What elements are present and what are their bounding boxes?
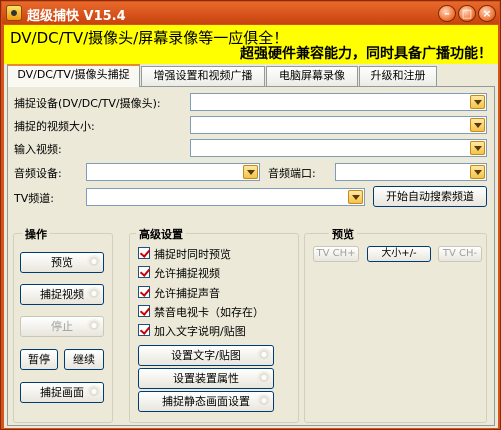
set-text-overlay-button[interactable]: 设置文字/贴图 <box>138 345 274 366</box>
resume-button[interactable]: 继续 <box>64 349 104 370</box>
chevron-down-icon[interactable] <box>470 118 485 132</box>
video-input-label: 输入视频: <box>14 143 62 156</box>
audio-port-select[interactable] <box>335 163 487 181</box>
checkbox-label: 加入文字说明/贴图 <box>154 325 246 338</box>
video-input-select[interactable] <box>190 139 487 157</box>
camera-app-icon <box>6 5 22 21</box>
maximize-icon[interactable]: □ <box>458 5 476 22</box>
promo-banner: DV/DC/TV/摄像头/屏幕录像等一应俱全！ 超强硬件兼容能力，同时具备广播功… <box>4 25 498 64</box>
preview-size-button-label: 大小+/- <box>381 248 417 259</box>
audio-device-select[interactable] <box>86 163 260 181</box>
capture-tab-page: 捕捉设备(DV/DC/TV/摄像头): 捕捉的视频大小: 输入视频: 音频设备:… <box>7 86 495 426</box>
preview-button[interactable]: 预览 <box>20 252 104 273</box>
preview-size-button[interactable]: 大小+/- <box>367 246 431 262</box>
stop-button[interactable]: 停止 <box>20 316 104 337</box>
checkbox-checked-icon[interactable] <box>138 305 150 317</box>
client-area: DV/DC/TV/摄像头/屏幕录像等一应俱全！ 超强硬件兼容能力，同时具备广播功… <box>4 25 498 428</box>
tv-channel-down-button[interactable]: TV CH- <box>438 246 482 262</box>
button-decoration-icon <box>257 348 271 361</box>
button-decoration-icon <box>257 394 271 407</box>
preview-title: 预览 <box>329 226 357 242</box>
stop-button-label: 停止 <box>51 320 73 333</box>
capture-video-button-label: 捕捉视频 <box>40 288 84 301</box>
chevron-down-icon[interactable] <box>243 165 258 179</box>
chevron-down-icon[interactable] <box>348 190 363 204</box>
capture-video-button[interactable]: 捕捉视频 <box>20 284 104 305</box>
device-properties-button[interactable]: 设置装置属性 <box>138 368 274 389</box>
set-text-overlay-button-label: 设置文字/贴图 <box>171 349 241 362</box>
window-title: 超级捕快 V15.4 <box>27 9 126 24</box>
advanced-settings-group: 高级设置 捕捉时同时预览 允许捕捉视频 允许捕捉声音 禁音电视卡（如存在） 加入… <box>129 226 299 423</box>
button-decoration-icon <box>257 371 271 384</box>
audio-device-label: 音频设备: <box>14 167 62 180</box>
banner-line-2: 超强硬件兼容能力，同时具备广播功能！ <box>240 46 492 62</box>
video-size-select[interactable] <box>190 116 487 134</box>
operations-group: 操作 预览 捕捉视频 停止 暂停 继续 捕捉画面 <box>13 226 113 423</box>
tab-enhanced-broadcast[interactable]: 增强设置和视频广播 <box>141 66 265 86</box>
tab-capture[interactable]: DV/DC/TV/摄像头捕捉 <box>7 64 140 87</box>
advanced-settings-title: 高级设置 <box>136 226 186 242</box>
capture-image-button[interactable]: 捕捉画面 <box>20 382 104 403</box>
tab-screen-record[interactable]: 电脑屏幕录像 <box>266 66 358 86</box>
close-icon[interactable]: × <box>478 5 496 22</box>
preview-button-label: 预览 <box>51 256 73 269</box>
capture-image-button-label: 捕捉画面 <box>40 386 84 399</box>
device-properties-button-label: 设置装置属性 <box>173 372 239 385</box>
checkbox-label: 禁音电视卡（如存在） <box>154 306 264 319</box>
button-decoration-icon <box>87 385 101 398</box>
title-bar[interactable]: 超级捕快 V15.4 – □ × <box>2 2 499 24</box>
tv-channel-select[interactable] <box>86 188 365 206</box>
button-decoration-icon <box>87 255 101 268</box>
tab-upgrade-register[interactable]: 升级和注册 <box>359 66 437 86</box>
chevron-down-icon[interactable] <box>470 141 485 155</box>
button-decoration-icon <box>87 319 101 332</box>
audio-port-label: 音频端口: <box>268 167 316 180</box>
auto-search-channel-button[interactable]: 开始自动搜索频道 <box>373 186 487 207</box>
capture-device-label: 捕捉设备(DV/DC/TV/摄像头): <box>14 97 161 110</box>
video-size-label: 捕捉的视频大小: <box>14 120 95 133</box>
tv-channel-up-button[interactable]: TV CH+ <box>313 246 359 262</box>
tv-channel-label: TV频道: <box>14 192 54 205</box>
checkbox-label: 允许捕捉声音 <box>154 287 220 300</box>
pause-button[interactable]: 暂停 <box>20 349 58 370</box>
app-window: 超级捕快 V15.4 – □ × DV/DC/TV/摄像头/屏幕录像等一应俱全！… <box>0 0 501 430</box>
still-image-settings-button[interactable]: 捕捉静态画面设置 <box>138 391 274 412</box>
checkbox-label: 捕捉时同时预览 <box>154 248 231 261</box>
checkbox-checked-icon[interactable] <box>138 247 150 259</box>
minimize-icon[interactable]: – <box>438 5 456 22</box>
checkbox-checked-icon[interactable] <box>138 324 150 336</box>
still-image-settings-button-label: 捕捉静态画面设置 <box>162 395 250 408</box>
chevron-down-icon[interactable] <box>470 95 485 109</box>
checkbox-label: 允许捕捉视频 <box>154 267 220 280</box>
checkbox-checked-icon[interactable] <box>138 286 150 298</box>
operations-title: 操作 <box>22 226 50 242</box>
capture-device-select[interactable] <box>190 93 487 111</box>
button-decoration-icon <box>87 287 101 300</box>
chevron-down-icon[interactable] <box>470 165 485 179</box>
preview-group: 预览 TV CH+ 大小+/- TV CH- <box>304 226 487 423</box>
checkbox-checked-icon[interactable] <box>138 266 150 278</box>
